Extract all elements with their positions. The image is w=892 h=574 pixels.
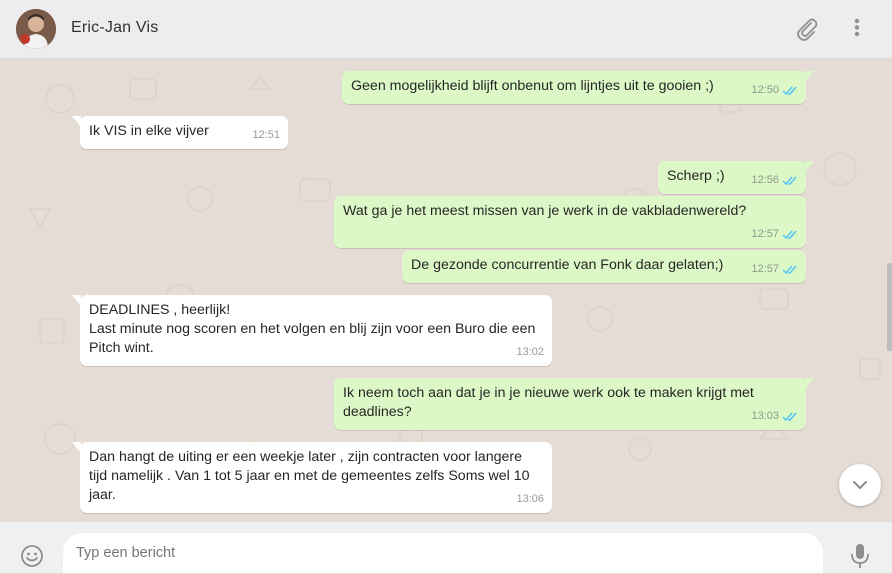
message-text: Ik VIS in elke vijver <box>89 123 209 139</box>
message-time: 13:02 <box>516 346 544 358</box>
message-time: 13:03 <box>751 410 779 422</box>
message-bubble-outgoing[interactable]: Scherp ;) 12:56 <box>658 161 814 194</box>
message-time: 12:56 <box>751 174 779 186</box>
message-bubble-outgoing[interactable]: Geen mogelijkheid blijft onbenut om lijn… <box>342 71 814 104</box>
message-text: Ik neem toch aan dat je in je nieuwe wer… <box>343 385 754 420</box>
message-meta: 12:57 <box>751 225 798 244</box>
message-list[interactable]: Geen mogelijkheid blijft onbenut om lijn… <box>0 59 892 522</box>
message-bubble-outgoing[interactable]: De gezonde concurrentie van Fonk daar ge… <box>402 250 806 283</box>
contact-name[interactable]: Eric-Jan Vis <box>71 19 158 37</box>
message-time: 12:57 <box>751 263 779 275</box>
message-bubble-outgoing[interactable]: Wat ga je het meest missen van je werk i… <box>334 196 806 248</box>
message-bubble-outgoing[interactable]: Ik neem toch aan dat je in je nieuwe wer… <box>334 378 814 430</box>
read-receipt-icon <box>782 230 797 240</box>
message-text: Dan hangt de uiting er een weekje later … <box>89 449 530 503</box>
scrollbar-thumb[interactable] <box>887 263 892 351</box>
composer <box>0 522 892 573</box>
message-time: 12:50 <box>751 84 779 96</box>
kebab-menu-icon[interactable] <box>844 16 870 42</box>
message-bubble-incoming[interactable]: Dan hangt de uiting er een weekje later … <box>72 442 552 513</box>
read-receipt-icon <box>782 176 797 186</box>
avatar[interactable] <box>16 9 56 49</box>
read-receipt-icon <box>782 86 797 96</box>
message-meta: 12:56 <box>751 171 798 190</box>
chat-header: Eric-Jan Vis <box>0 0 892 59</box>
message-meta: 13:06 <box>516 490 544 509</box>
message-text: Geen mogelijkheid blijft onbenut om lijn… <box>351 78 714 94</box>
message-meta: 12:51 <box>252 126 280 145</box>
message-bubble-incoming[interactable]: Ik VIS in elke vijver 12:51 <box>72 116 288 149</box>
microphone-icon[interactable] <box>850 543 870 569</box>
message-time: 12:51 <box>252 129 280 141</box>
message-input[interactable] <box>63 533 823 573</box>
message-meta: 12:57 <box>751 260 798 279</box>
message-time: 12:57 <box>751 228 779 240</box>
message-time: 13:06 <box>516 493 544 505</box>
message-meta: 13:02 <box>516 343 544 362</box>
chevron-down-icon <box>853 481 867 490</box>
scroll-to-bottom-button[interactable] <box>839 464 881 506</box>
message-bubble-incoming[interactable]: DEADLINES , heerlijk! Last minute nog sc… <box>72 295 552 366</box>
message-meta: 12:50 <box>751 81 798 100</box>
paperclip-icon[interactable] <box>794 16 820 42</box>
message-text: Wat ga je het meest missen van je werk i… <box>343 203 747 219</box>
read-receipt-icon <box>782 412 797 422</box>
message-meta: 13:03 <box>751 407 798 426</box>
smiley-icon[interactable] <box>20 544 44 568</box>
message-text: De gezonde concurrentie van Fonk daar ge… <box>411 257 724 273</box>
message-text: DEADLINES , heerlijk! Last minute nog sc… <box>89 302 536 356</box>
read-receipt-icon <box>782 265 797 275</box>
